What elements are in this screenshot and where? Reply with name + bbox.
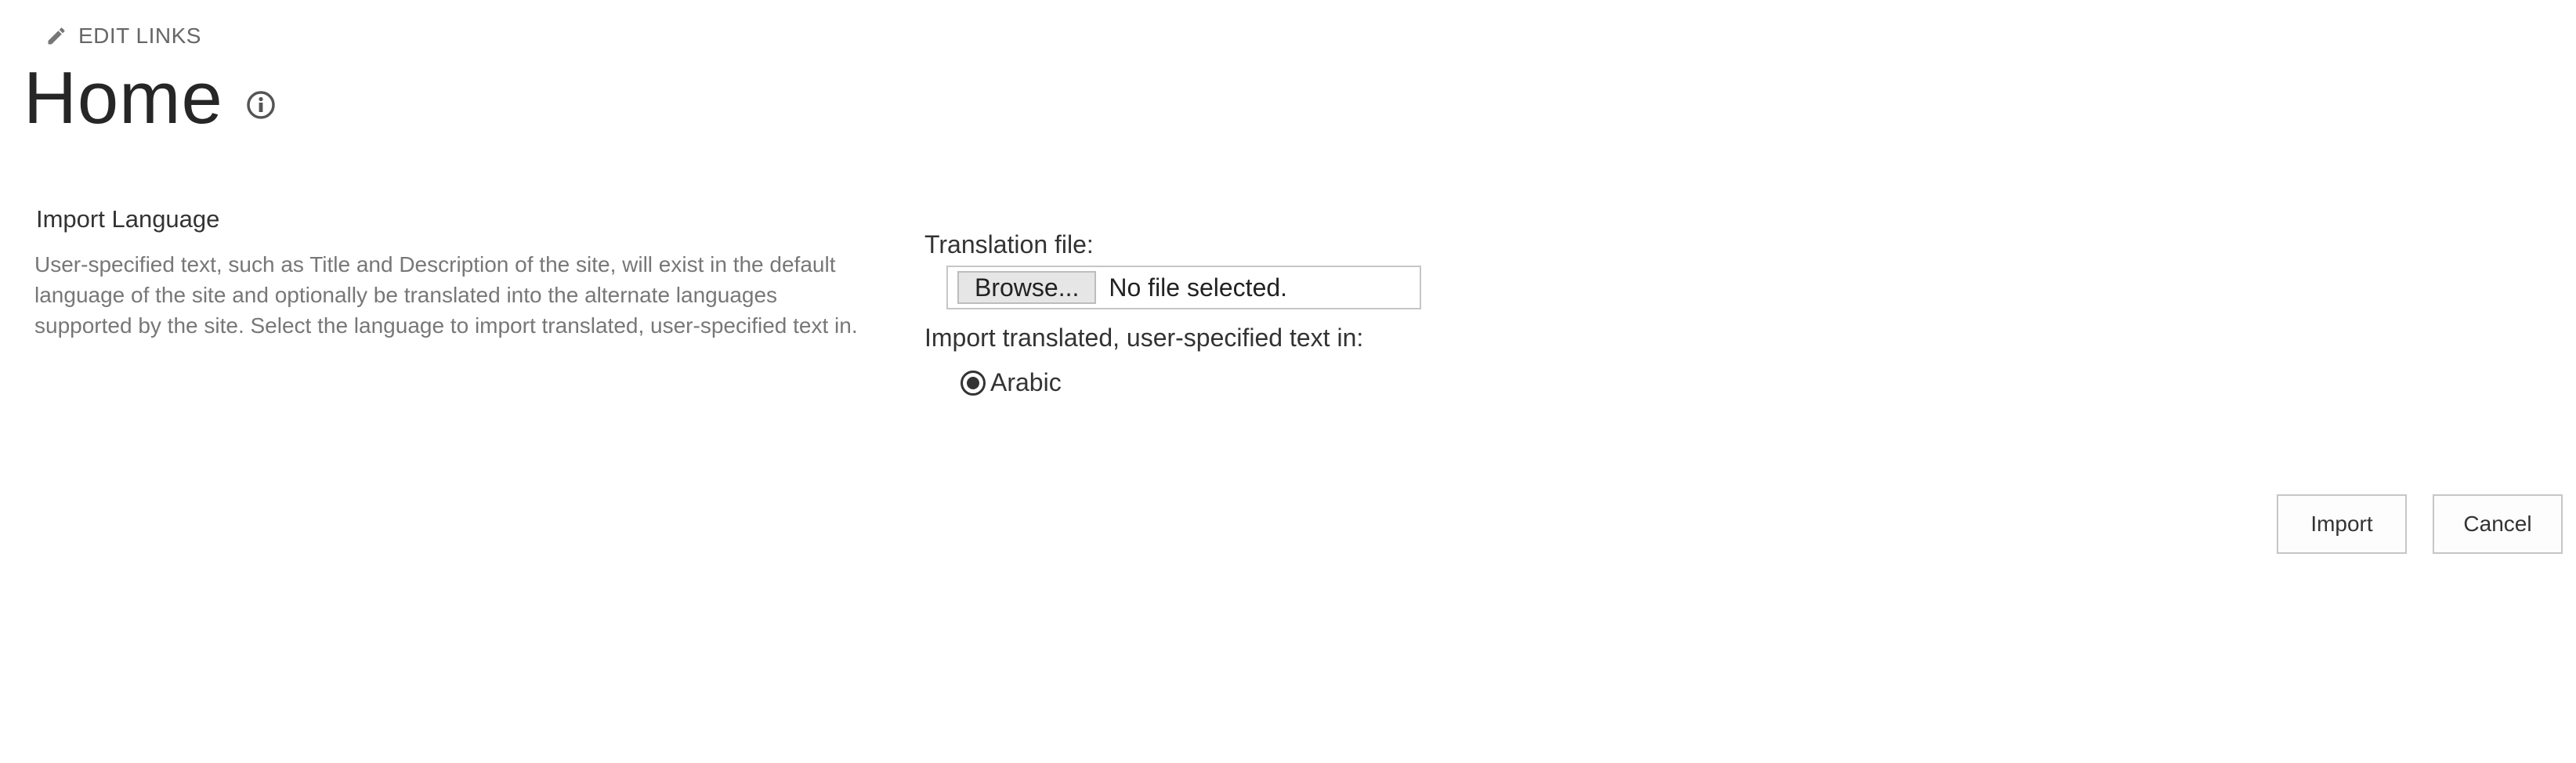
section-description: User-specified text, such as Title and D… [34,252,858,338]
import-button[interactable]: Import [2277,494,2407,554]
cancel-button[interactable]: Cancel [2433,494,2563,554]
language-option-label: Arabic [990,368,1062,396]
edit-links-label: EDIT LINKS [78,24,201,48]
translation-file-label: Translation file: [924,230,1094,259]
radio-selected-dot [967,376,979,389]
edit-links-link[interactable]: EDIT LINKS [45,24,201,49]
translation-file-input[interactable]: Browse... No file selected. [946,266,1421,309]
section-title: Import Language [36,205,220,233]
radio-button[interactable] [961,370,986,396]
pencil-icon [45,25,67,47]
browse-button[interactable]: Browse... [957,271,1097,304]
file-status: No file selected. [1109,273,1288,302]
page-title: Home [24,56,223,139]
import-form: Translation file: Browse... No file sele… [924,230,1421,397]
language-option-arabic[interactable]: Arabic [961,368,1421,397]
import-language-label: Import translated, user-specified text i… [924,324,1364,352]
info-icon[interactable] [245,89,277,125]
page-header: Home [24,61,277,135]
